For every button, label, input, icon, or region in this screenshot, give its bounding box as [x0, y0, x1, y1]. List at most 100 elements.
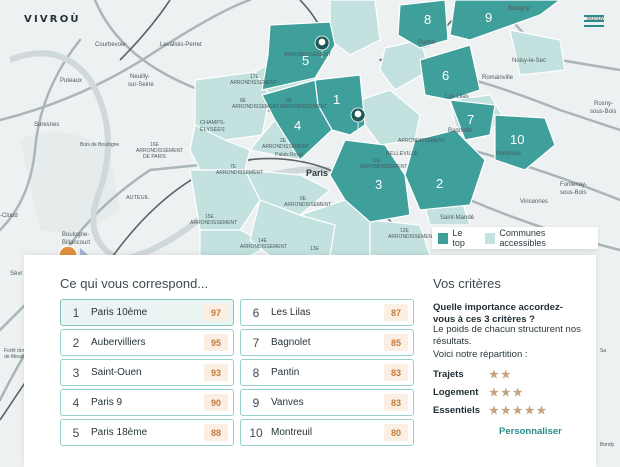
place-label: DE PARIS	[143, 154, 167, 160]
result-rank: 5	[72, 425, 80, 440]
result-card[interactable]: 4 Paris 9 90	[60, 389, 234, 416]
place-label: Bagnolet	[448, 128, 472, 134]
menu-bar	[584, 15, 604, 17]
place-label: Boulogne-	[62, 232, 89, 238]
result-card[interactable]: 7 Bagnolet 85	[240, 329, 414, 356]
arrondissement-label-4: 4	[294, 118, 301, 133]
place-label: Levallois-Perret	[160, 42, 202, 48]
result-score-badge: 97	[204, 304, 228, 321]
place-label: Bois de Boulogne	[80, 142, 119, 148]
arrondissement-label-3: 3	[375, 177, 382, 192]
legend-top-label: Le top	[452, 228, 465, 248]
result-card[interactable]: 10 Montreuil 80	[240, 419, 414, 446]
map-legend: Le top Communes accessibles	[432, 227, 598, 249]
place-label: ARRONDISSEMENT	[284, 202, 331, 208]
place-label: Bobigny	[508, 6, 530, 12]
result-score-badge: 83	[384, 364, 408, 381]
arrondissement-label-8: 8	[424, 12, 431, 27]
result-card[interactable]: 6 Les Lilas 87	[240, 299, 414, 326]
arrondissement-label-1: 1	[333, 92, 340, 107]
place-label: ARRONDISSEMENT	[360, 164, 407, 170]
place-label: Neuilly-	[130, 74, 150, 80]
customize-button[interactable]: Personnaliser	[499, 426, 562, 437]
place-label: ARRONDISSEMENT	[232, 104, 279, 110]
arrondissement-label-7: 7	[467, 112, 474, 127]
result-score-badge: 83	[384, 394, 408, 411]
place-label: Palais Royal	[275, 152, 303, 158]
place-label-paris: Paris	[306, 168, 328, 178]
place-label: Fontenay-	[560, 182, 587, 188]
star-icon: ★	[512, 405, 523, 417]
star-icon: ★	[489, 387, 499, 399]
result-name: Les Lilas	[271, 307, 311, 318]
place-label: Puteaux	[60, 78, 82, 84]
brand-logo[interactable]: VIVROÙ	[24, 14, 81, 25]
criteria-repartition: Voici notre répartition :	[433, 349, 528, 360]
result-name: Vanves	[271, 397, 304, 408]
results-title: Ce qui vous correspond...	[60, 276, 209, 291]
criteria-label: Trajets	[433, 369, 464, 380]
result-card[interactable]: 8 Pantin 83	[240, 359, 414, 386]
result-score-badge: 80	[384, 424, 408, 441]
result-rank: 6	[252, 305, 260, 320]
result-rank: 9	[252, 395, 260, 410]
arrondissement-label-10: 10	[510, 132, 524, 147]
criteria-description: Le poids de chacun structurent nos résul…	[433, 324, 581, 347]
result-name: Aubervilliers	[91, 337, 146, 348]
result-score-badge: 90	[204, 394, 228, 411]
result-card[interactable]: 2 Aubervilliers 95	[60, 329, 234, 356]
result-name: Paris 18ème	[91, 427, 148, 438]
result-name: Saint-Ouen	[91, 367, 142, 378]
criteria-label: Logement	[433, 387, 479, 398]
place-label: ARRONDISSEMENT	[216, 170, 263, 176]
result-name: Montreuil	[271, 427, 313, 438]
result-score-badge: 95	[204, 334, 228, 351]
legend-swatch-accessible	[484, 232, 496, 244]
result-score-badge: 88	[204, 424, 228, 441]
place-label: sous-Bois	[590, 109, 616, 115]
criteria-stars: ★ ★ ★	[489, 386, 525, 399]
place-label: 13E	[310, 246, 320, 252]
menu-bar	[584, 20, 604, 22]
place-label: ARRONDISSEMENT	[240, 244, 287, 250]
place-label: Sèvr	[10, 271, 22, 277]
result-card[interactable]: 9 Vanves 83	[240, 389, 414, 416]
place-label: Romainville	[482, 75, 514, 81]
star-icon: ★	[500, 387, 511, 399]
result-card[interactable]: 3 Saint-Ouen 93	[60, 359, 234, 386]
menu-icon[interactable]	[584, 15, 604, 33]
svg-text:Bondy: Bondy	[600, 442, 615, 448]
menu-bar	[584, 25, 604, 27]
place-label: ARRONDISSEMENT	[398, 138, 445, 144]
star-icon: ★	[500, 369, 511, 381]
place-label: Rosny-	[594, 101, 613, 107]
place-label: AUTEUIL	[126, 195, 149, 201]
place-label: Billancourt	[62, 240, 90, 246]
criteria-title: Vos critères	[433, 276, 501, 291]
criteria-row-trajets: Trajets ★ ★	[433, 368, 513, 381]
result-card[interactable]: 5 Paris 18ème 88	[60, 419, 234, 446]
arrondissement-label-6: 6	[442, 68, 449, 83]
result-rank: 3	[72, 365, 80, 380]
place-label: ÉLYSÉES	[200, 126, 225, 133]
place-label: ARRONDISSEMENT	[262, 144, 309, 150]
place-label: sur-Seine	[128, 82, 154, 88]
result-rank: 8	[252, 365, 260, 380]
svg-text:Sa: Sa	[600, 348, 606, 354]
criteria-stars: ★ ★ ★ ★ ★	[489, 404, 548, 417]
result-rank: 10	[249, 425, 263, 440]
place-label: Pantin	[418, 40, 435, 46]
star-icon: ★	[524, 405, 535, 417]
result-rank: 2	[72, 335, 80, 350]
result-score-badge: 85	[384, 334, 408, 351]
result-rank: 4	[72, 395, 80, 410]
place-label: -Cloud	[0, 213, 18, 219]
place-label: sous-Bois	[560, 190, 586, 196]
result-name: Paris 9	[91, 397, 123, 408]
criteria-row-essentiels: Essentiels ★ ★ ★ ★ ★	[433, 404, 548, 417]
place-label: Courbevoie	[95, 42, 126, 48]
place-label: ARRONDISSEMENT	[388, 234, 435, 240]
star-icon: ★	[489, 369, 499, 381]
result-rank: 7	[252, 335, 260, 350]
result-card[interactable]: 1 Paris 10ème 97	[60, 299, 234, 326]
